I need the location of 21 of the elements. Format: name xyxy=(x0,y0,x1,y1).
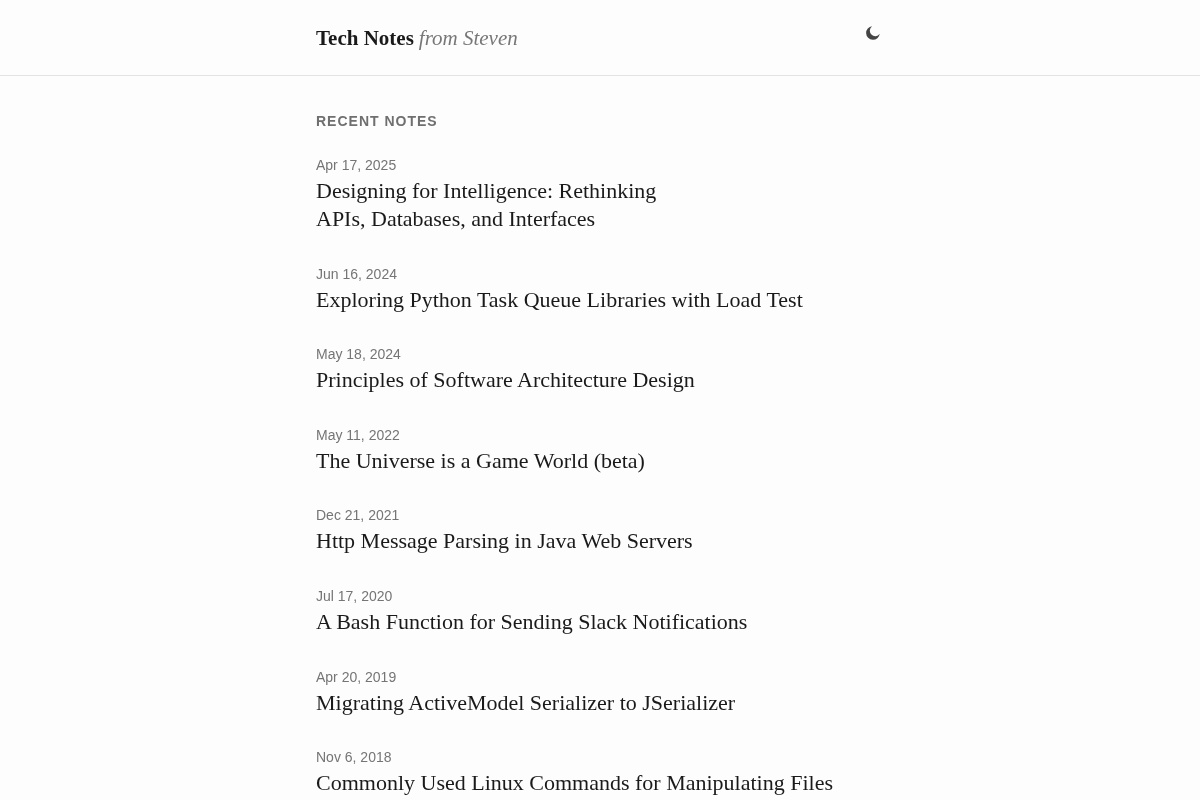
note-title-link[interactable]: Commonly Used Linux Commands for Manipulating Files xyxy=(316,769,833,798)
note-date: Jun 16, 2024 xyxy=(316,264,397,284)
moon-icon xyxy=(866,26,880,40)
note-date: Apr 17, 2025 xyxy=(316,156,397,175)
note-date: Dec 21, 2021 xyxy=(316,506,400,526)
note-title-link[interactable]: Http Message Parsing in Java Web Servers xyxy=(316,527,693,556)
note-title-link[interactable]: Exploring Python Task Queue Libraries with Load Test xyxy=(316,285,803,314)
note-date: Apr 20, 2019 xyxy=(316,667,397,687)
section-heading: RECENT NOTES xyxy=(316,112,439,131)
note-title-link[interactable]: Migrating ActiveModel Serializer to JSerializer xyxy=(316,688,736,717)
note-title-link[interactable]: Designing for Intelligence: Rethinking APIs, Databases, and Interfaces xyxy=(316,177,657,233)
note-date: May 18, 2024 xyxy=(316,345,401,365)
note-title-link[interactable]: Principles of Software Architecture Design xyxy=(316,366,695,395)
note-title-link[interactable]: A Bash Function for Sending Slack Notifications xyxy=(316,607,748,636)
site-title-link[interactable]: Tech Notes xyxy=(316,26,414,51)
note-title-link[interactable]: The Universe is a Game World (beta) xyxy=(316,446,645,475)
note-date: Nov 6, 2018 xyxy=(316,748,392,768)
site-subtitle: from Steven xyxy=(418,26,518,51)
note-date: May 11, 2022 xyxy=(316,425,400,445)
theme-toggle-button[interactable] xyxy=(865,25,881,41)
note-date: Jul 17, 2020 xyxy=(316,586,393,606)
